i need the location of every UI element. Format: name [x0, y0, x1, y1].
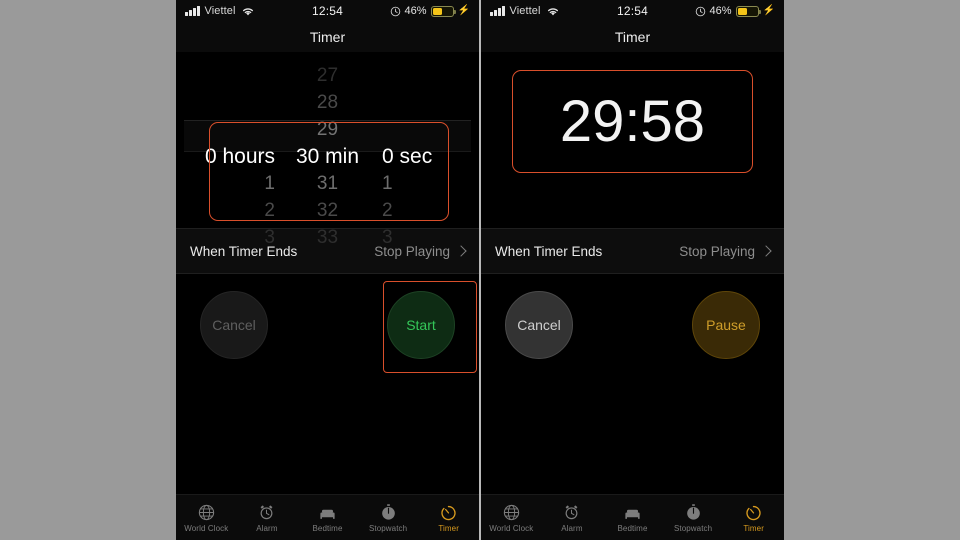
battery-icon: [735, 5, 761, 17]
tab-stopwatch[interactable]: Stopwatch: [358, 503, 419, 533]
status-bar-left: Viettel 12:54 46% ⚡: [176, 0, 479, 22]
picker-cell[interactable]: 32: [283, 197, 372, 224]
status-bar-right-group: 46% ⚡: [390, 5, 470, 17]
phone-screen-setup: Viettel 12:54 46% ⚡ Timer 0 hours 1 2 3 …: [176, 0, 479, 540]
picker-cell[interactable]: [382, 62, 461, 89]
globe-icon: [503, 504, 519, 520]
bed-icon: [625, 509, 640, 519]
picker-cell[interactable]: 27: [283, 62, 372, 89]
picker-cell[interactable]: [382, 89, 461, 116]
screenshot-canvas: Viettel 12:54 46% ⚡ Timer 0 hours 1 2 3 …: [0, 0, 960, 540]
picker-selected-minutes[interactable]: 30 min: [283, 143, 372, 170]
tab-label: World Clock: [184, 523, 229, 533]
battery-percent-label: 46%: [404, 5, 427, 17]
tab-stopwatch[interactable]: Stopwatch: [663, 503, 724, 533]
picker-cell[interactable]: 2: [194, 197, 275, 224]
picker-cell[interactable]: 3: [382, 224, 461, 251]
tab-bedtime[interactable]: Bedtime: [602, 503, 663, 533]
picker-cell[interactable]: 29: [283, 116, 372, 143]
tab-label: Bedtime: [312, 523, 343, 533]
nav-title-left: Timer: [176, 22, 479, 52]
tab-bar-right[interactable]: World Clock Alarm Bedtime Stopwatch Time…: [481, 494, 784, 540]
status-bar-right-group: 46% ⚡: [695, 5, 775, 17]
bed-icon: [320, 509, 335, 519]
timer-icon: [441, 505, 456, 520]
wifi-icon: [547, 7, 558, 15]
tab-label: World Clock: [489, 523, 534, 533]
tab-world-clock[interactable]: World Clock: [481, 503, 542, 533]
start-button[interactable]: Start: [387, 291, 455, 359]
when-timer-ends-value: Stop Playing: [679, 243, 755, 259]
picker-cell[interactable]: 1: [382, 170, 461, 197]
timer-picker-wrap: 0 hours 1 2 3 27 28 29 30 min 31 32 33 0…: [176, 62, 479, 248]
globe-icon: [198, 504, 214, 520]
tab-bedtime[interactable]: Bedtime: [297, 503, 358, 533]
battery-icon: [430, 5, 456, 17]
picker-cell[interactable]: 3: [194, 224, 275, 251]
action-buttons-left: Cancel Start: [176, 274, 479, 384]
tab-label: Stopwatch: [368, 523, 408, 533]
tab-timer[interactable]: Timer: [418, 503, 479, 533]
picker-cell[interactable]: 33: [283, 224, 372, 251]
when-timer-ends-label: When Timer Ends: [495, 243, 603, 259]
picker-cell[interactable]: [194, 116, 275, 143]
cancel-button[interactable]: Cancel: [505, 291, 573, 359]
picker-cell[interactable]: [194, 89, 275, 116]
alarm-indicator-icon: [695, 6, 705, 16]
tab-label: Alarm: [561, 523, 583, 533]
cellular-signal-icon: [185, 6, 200, 16]
tab-world-clock[interactable]: World Clock: [176, 503, 237, 533]
nav-title-right: Timer: [481, 22, 784, 52]
stopwatch-icon: [686, 503, 700, 520]
tab-bar-left[interactable]: World Clock Alarm Bedtime Stopwatch Time…: [176, 494, 479, 540]
timer-icon: [746, 505, 761, 520]
picker-column-hours[interactable]: 0 hours 1 2 3: [194, 62, 283, 248]
cancel-button[interactable]: Cancel: [200, 291, 268, 359]
tab-timer[interactable]: Timer: [723, 503, 784, 533]
picker-column-seconds[interactable]: 0 sec 1 2 3: [372, 62, 461, 248]
lightning-bolt-icon: ⚡: [762, 5, 775, 16]
cellular-signal-icon: [490, 6, 505, 16]
alarm-clock-icon: [565, 504, 578, 519]
tab-label: Timer: [743, 523, 764, 533]
pause-button[interactable]: Pause: [692, 291, 760, 359]
alarm-indicator-icon: [390, 6, 400, 16]
picker-cell[interactable]: 1: [194, 170, 275, 197]
status-bar-left-group: Viettel: [185, 5, 255, 17]
status-bar-right: Viettel 12:54 46% ⚡: [481, 0, 784, 22]
stopwatch-icon: [381, 503, 395, 520]
battery-percent-label: 46%: [709, 5, 732, 17]
action-buttons-right: Cancel Pause: [481, 274, 784, 384]
tab-label: Alarm: [256, 523, 278, 533]
wifi-icon: [242, 7, 253, 15]
status-bar-left-group: Viettel: [490, 5, 560, 17]
picker-cell[interactable]: [382, 116, 461, 143]
chevron-right-icon: [760, 245, 772, 257]
picker-cell[interactable]: 28: [283, 89, 372, 116]
content-setup: 0 hours 1 2 3 27 28 29 30 min 31 32 33 0…: [176, 62, 479, 505]
content-running: 29:58 When Timer Ends Stop Playing Cance…: [481, 62, 784, 505]
tab-label: Bedtime: [617, 523, 648, 533]
carrier-label: Viettel: [204, 5, 236, 17]
panel-divider: [479, 0, 481, 540]
lightning-bolt-icon: ⚡: [457, 5, 470, 16]
tab-label: Timer: [438, 523, 459, 533]
when-timer-ends-row-right[interactable]: When Timer Ends Stop Playing: [481, 229, 784, 273]
picker-cell[interactable]: 31: [283, 170, 372, 197]
picker-selected-seconds[interactable]: 0 sec: [382, 143, 461, 170]
picker-cell[interactable]: 2: [382, 197, 461, 224]
tab-alarm[interactable]: Alarm: [237, 503, 298, 533]
picker-column-minutes[interactable]: 27 28 29 30 min 31 32 33: [283, 62, 372, 248]
picker-selected-hours[interactable]: 0 hours: [194, 143, 275, 170]
alarm-clock-icon: [260, 504, 273, 519]
phone-screen-running: Viettel 12:54 46% ⚡ Timer 29:58 When Tim…: [481, 0, 784, 540]
timer-picker[interactable]: 0 hours 1 2 3 27 28 29 30 min 31 32 33 0…: [176, 62, 479, 248]
when-timer-ends-value-group[interactable]: Stop Playing: [679, 243, 772, 259]
picker-cell[interactable]: [194, 62, 275, 89]
tab-label: Stopwatch: [673, 523, 713, 533]
countdown-wrap: 29:58: [481, 62, 784, 228]
carrier-label: Viettel: [509, 5, 541, 17]
tab-alarm[interactable]: Alarm: [542, 503, 603, 533]
countdown-display: 29:58: [559, 89, 706, 154]
